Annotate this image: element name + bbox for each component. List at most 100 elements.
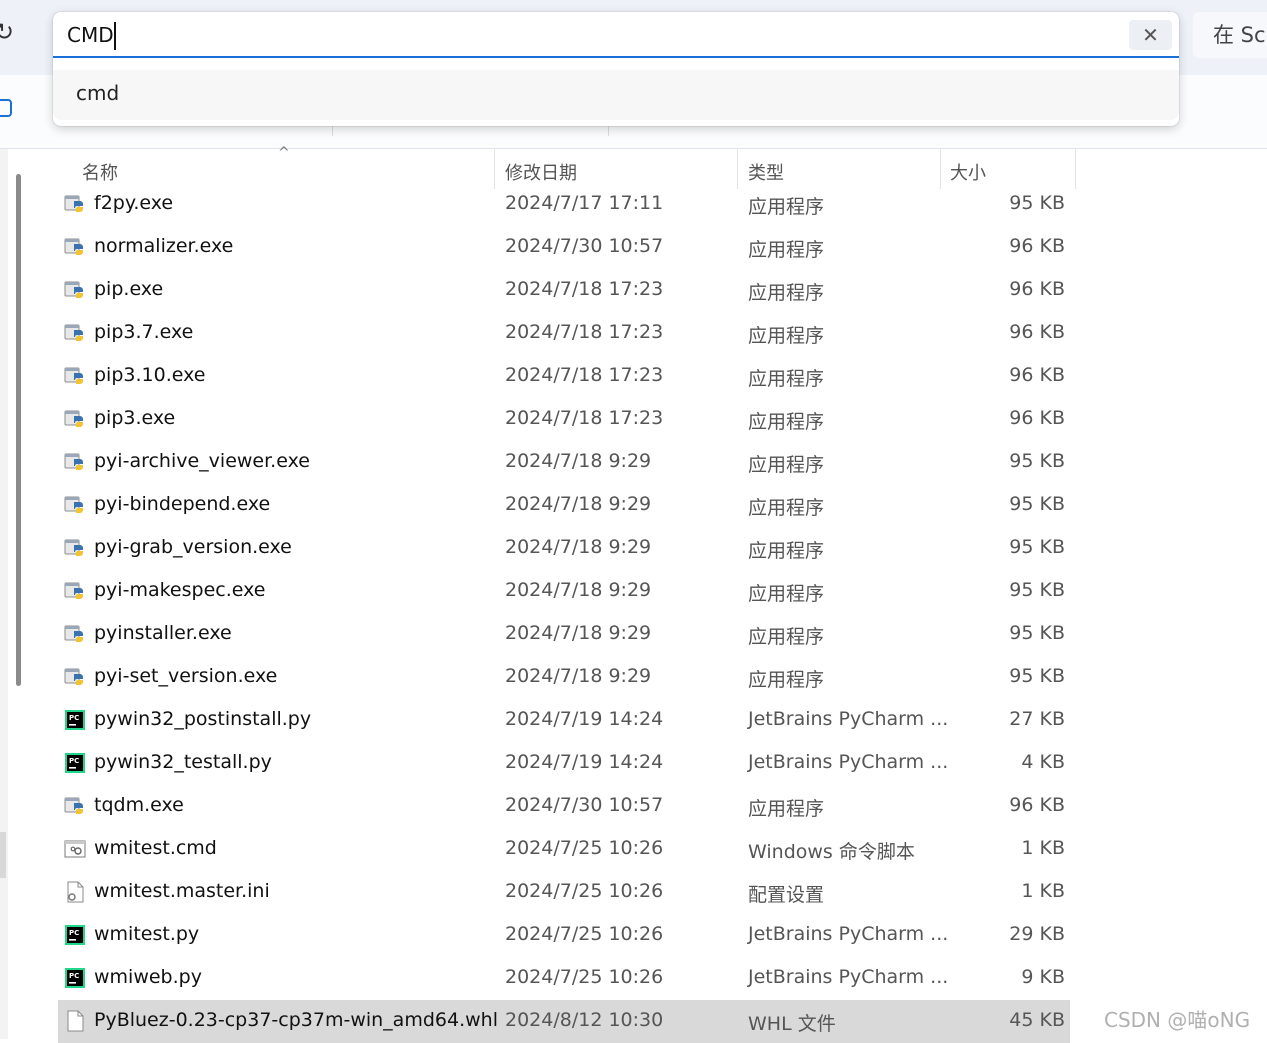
file-name: pyi-bindepend.exe	[94, 493, 271, 515]
file-date: 2024/7/18 9:29	[505, 493, 652, 515]
svg-text:PC: PC	[69, 929, 79, 937]
python-exe-icon	[64, 193, 86, 215]
file-size: 95 KB	[1009, 493, 1065, 515]
python-exe-icon	[64, 666, 86, 688]
python-exe-icon	[64, 279, 86, 301]
file-row[interactable]: f2py.exe 2024/7/17 17:11 应用程序 95 KB	[58, 183, 1070, 226]
file-type: Windows 命令脚本	[748, 841, 915, 863]
file-name: pip3.7.exe	[94, 321, 194, 343]
file-row[interactable]: PyBluez-0.23-cp37-cp37m-win_amd64.whl 202…	[58, 1000, 1070, 1043]
file-size: 9 KB	[1021, 966, 1065, 988]
file-type: JetBrains PyCharm ...	[748, 966, 949, 988]
file-row[interactable]: PC pywin32_postinstall.py 2024/7/19 14:24 J…	[58, 699, 1070, 742]
file-row[interactable]: pyi-bindepend.exe 2024/7/18 9:29 应用程序 95 KB	[58, 484, 1070, 527]
address-suggestion[interactable]: cmd	[53, 70, 1179, 120]
python-exe-icon	[64, 236, 86, 258]
file-type: 应用程序	[748, 497, 825, 519]
file-row[interactable]: pyi-set_version.exe 2024/7/18 9:29 应用程序 95 …	[58, 656, 1070, 699]
file-row[interactable]: wmitest.cmd 2024/7/25 10:26 Windows 命令脚本 1 …	[58, 828, 1070, 871]
search-scope-label: 在 Scr	[1213, 23, 1267, 47]
file-name: pyinstaller.exe	[94, 622, 232, 644]
file-date: 2024/7/18 9:29	[505, 665, 652, 687]
file-date: 2024/7/25 10:26	[505, 923, 664, 945]
file-row[interactable]: pip.exe 2024/7/18 17:23 应用程序 96 KB	[58, 269, 1070, 312]
file-row[interactable]: PC wmiweb.py 2024/7/25 10:26 JetBrains PyCh…	[58, 957, 1070, 1000]
scrollbar-thumb[interactable]	[16, 174, 21, 686]
address-bar[interactable]: ✕	[53, 12, 1179, 58]
file-type: WHL 文件	[748, 1013, 836, 1035]
file-date: 2024/7/25 10:26	[505, 837, 664, 859]
file-name: pyi-set_version.exe	[94, 665, 278, 687]
file-name: wmitest.py	[94, 923, 200, 945]
file-name: normalizer.exe	[94, 235, 234, 257]
python-exe-icon	[64, 623, 86, 645]
file-date: 2024/7/30 10:57	[505, 235, 664, 257]
file-name: tqdm.exe	[94, 794, 184, 816]
file-date: 2024/7/18 9:29	[505, 579, 652, 601]
file-size: 1 KB	[1021, 880, 1065, 902]
file-row[interactable]: PC pywin32_testall.py 2024/7/19 14:24 JetBr…	[58, 742, 1070, 785]
python-exe-icon	[64, 365, 86, 387]
python-exe-icon	[64, 537, 86, 559]
file-row[interactable]: normalizer.exe 2024/7/30 10:57 应用程序 96 KB	[58, 226, 1070, 269]
pycharm-file-icon: PC	[64, 752, 86, 774]
file-size: 96 KB	[1009, 235, 1065, 257]
clear-button[interactable]: ✕	[1129, 20, 1172, 50]
scrollbar[interactable]	[14, 172, 22, 688]
file-row[interactable]: PC wmitest.py 2024/7/25 10:26 JetBrains PyC…	[58, 914, 1070, 957]
file-type: 应用程序	[748, 282, 825, 304]
file-row[interactable]: pyi-grab_version.exe 2024/7/18 9:29 应用程序 95…	[58, 527, 1070, 570]
file-date: 2024/7/17 17:11	[505, 192, 664, 214]
file-size: 4 KB	[1021, 751, 1065, 773]
python-exe-icon	[64, 795, 86, 817]
file-date: 2024/7/18 9:29	[505, 536, 652, 558]
file-row[interactable]: pyinstaller.exe 2024/7/18 9:29 应用程序 95 KB	[58, 613, 1070, 656]
column-header-size-label: 大小	[950, 163, 986, 184]
file-name: pyi-grab_version.exe	[94, 536, 292, 558]
file-size: 95 KB	[1009, 450, 1065, 472]
file-row[interactable]: pip3.exe 2024/7/18 17:23 应用程序 96 KB	[58, 398, 1070, 441]
copy-icon[interactable]	[0, 99, 12, 117]
file-size: 95 KB	[1009, 536, 1065, 558]
file-type: JetBrains PyCharm ...	[748, 923, 949, 945]
file-type: JetBrains PyCharm ...	[748, 708, 949, 730]
column-divider[interactable]	[1075, 149, 1076, 189]
file-date: 2024/7/18 17:23	[505, 321, 664, 343]
config-file-icon	[64, 881, 86, 903]
file-date: 2024/7/18 9:29	[505, 622, 652, 644]
file-type: 应用程序	[748, 798, 825, 820]
file-date: 2024/7/18 17:23	[505, 278, 664, 300]
svg-text:PC: PC	[69, 972, 79, 980]
address-input[interactable]	[67, 18, 1117, 52]
python-exe-icon	[64, 322, 86, 344]
file-size: 29 KB	[1009, 923, 1065, 945]
file-row[interactable]: pip3.10.exe 2024/7/18 17:23 应用程序 96 KB	[58, 355, 1070, 398]
file-row[interactable]: pip3.7.exe 2024/7/18 17:23 应用程序 96 KB	[58, 312, 1070, 355]
python-exe-icon	[64, 494, 86, 516]
file-type: 应用程序	[748, 454, 825, 476]
cmd-script-icon	[64, 838, 86, 860]
file-row[interactable]: pyi-archive_viewer.exe 2024/7/18 9:29 应用程序…	[58, 441, 1070, 484]
column-header-name-label: 名称	[82, 163, 118, 184]
file-date: 2024/7/30 10:57	[505, 794, 664, 816]
file-name: f2py.exe	[94, 192, 174, 214]
svg-text:PC: PC	[69, 714, 79, 722]
file-date: 2024/7/25 10:26	[505, 880, 664, 902]
file-row[interactable]: tqdm.exe 2024/7/30 10:57 应用程序 96 KB	[58, 785, 1070, 828]
file-row[interactable]: pyi-makespec.exe 2024/7/18 9:29 应用程序 95 KB	[58, 570, 1070, 613]
file-type: 应用程序	[748, 239, 825, 261]
file-size: 96 KB	[1009, 407, 1065, 429]
file-date: 2024/7/25 10:26	[505, 966, 664, 988]
pycharm-file-icon: PC	[64, 967, 86, 989]
file-size: 1 KB	[1021, 837, 1065, 859]
search-box[interactable]: 在 Scr	[1193, 12, 1267, 58]
refresh-icon[interactable]: ↻	[0, 18, 14, 46]
pycharm-file-icon: PC	[64, 924, 86, 946]
python-exe-icon	[64, 580, 86, 602]
file-type: 应用程序	[748, 540, 825, 562]
file-row[interactable]: wmitest.master.ini 2024/7/25 10:26 配置设置 1 K…	[58, 871, 1070, 914]
file-name: pip3.exe	[94, 407, 176, 429]
file-name: pyi-archive_viewer.exe	[94, 450, 310, 472]
python-exe-icon	[64, 408, 86, 430]
file-size: 96 KB	[1009, 364, 1065, 386]
